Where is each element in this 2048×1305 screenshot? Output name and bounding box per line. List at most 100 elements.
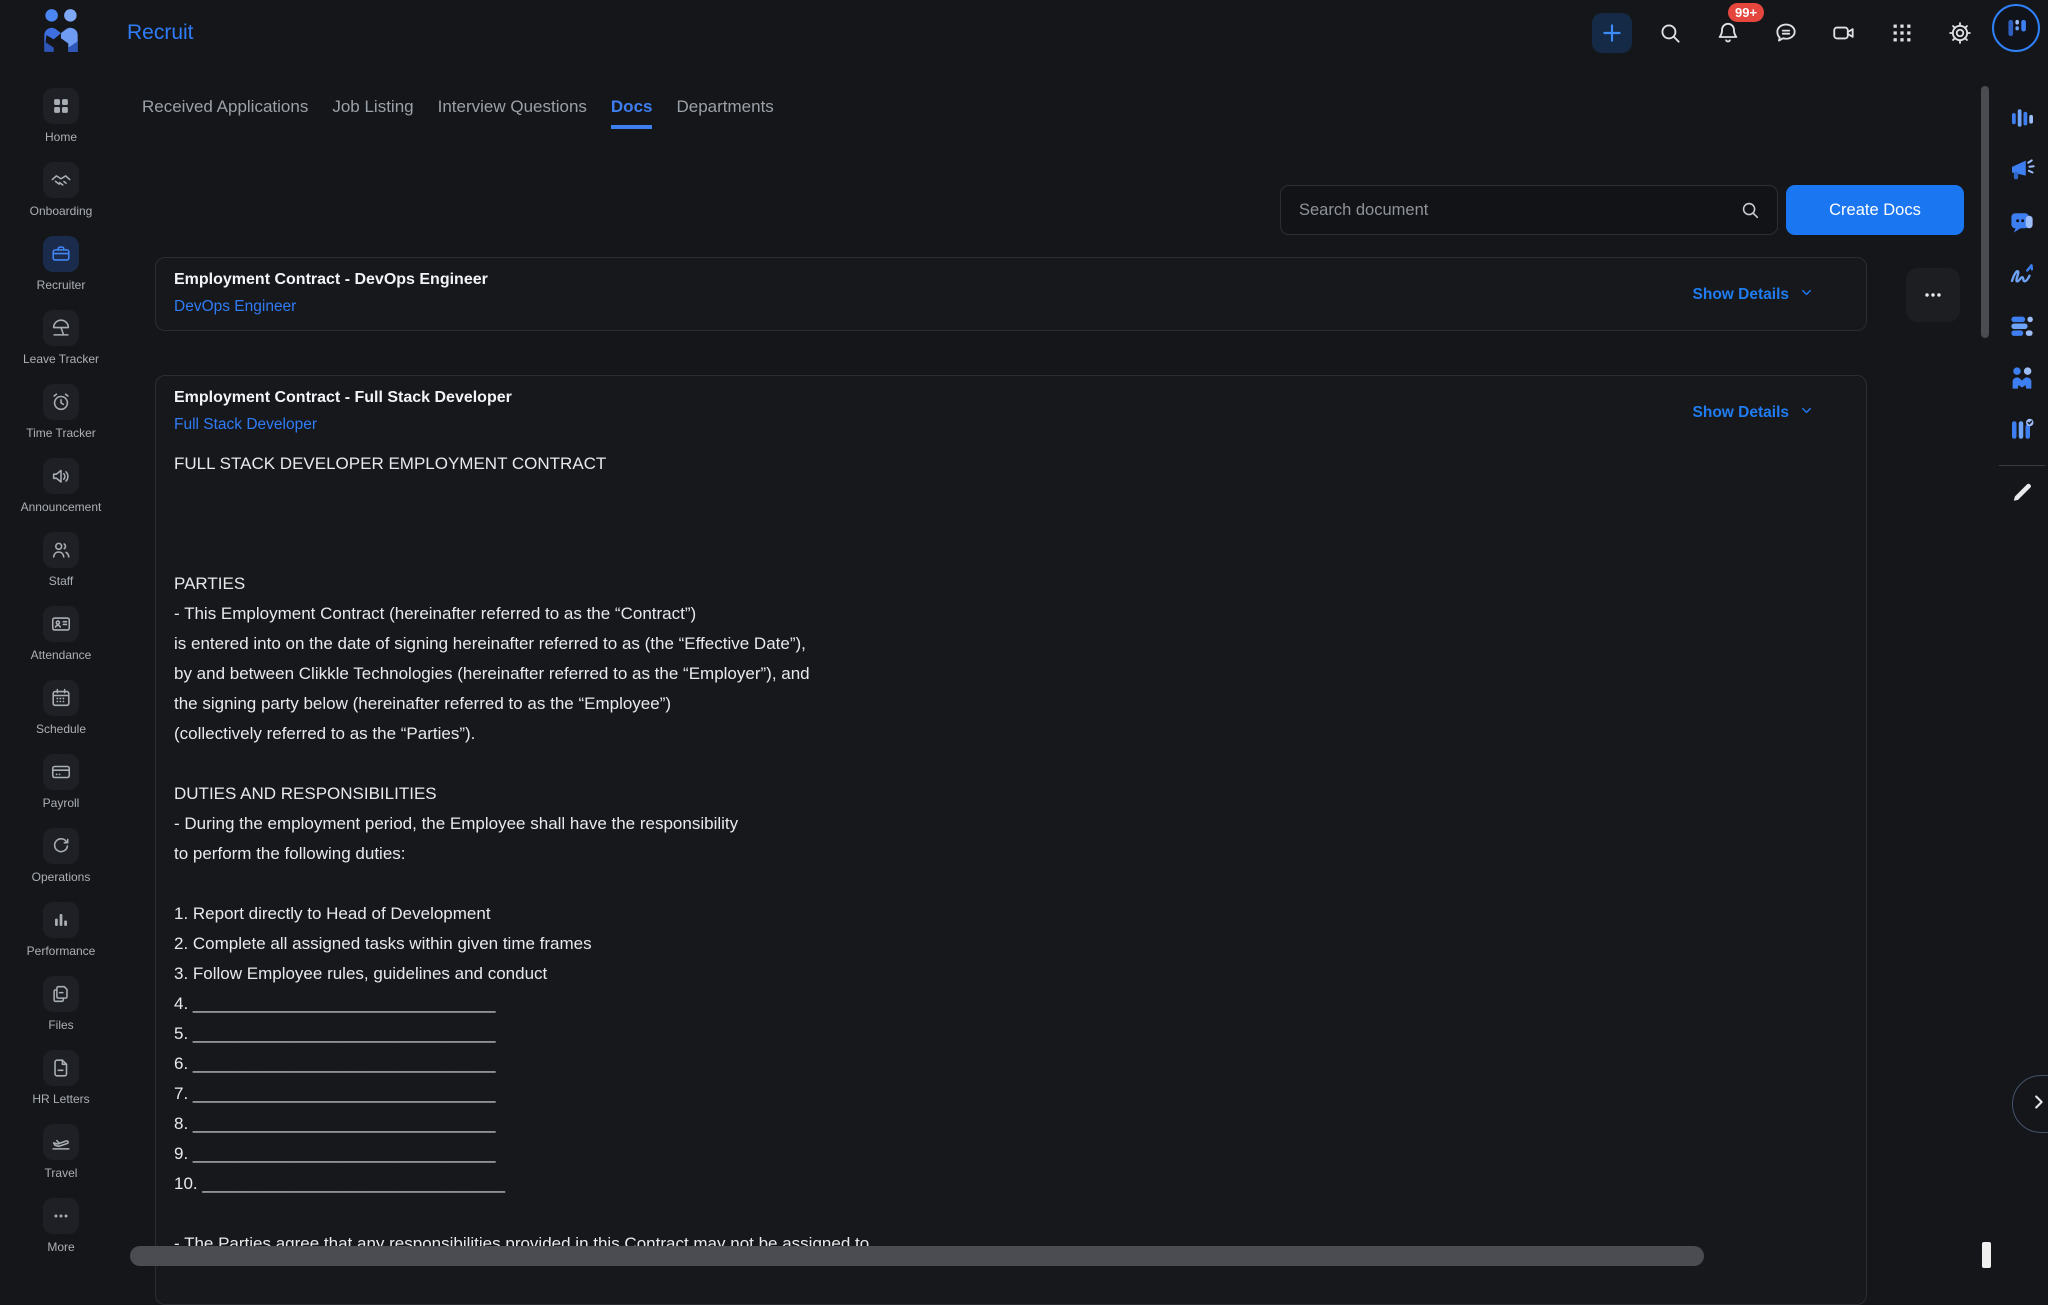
show-details-button[interactable]: Show Details (1693, 285, 1814, 305)
contract-line (174, 749, 1674, 779)
stats-bars-icon[interactable] (2007, 103, 2037, 133)
sidebar-item-label: Performance (0, 944, 122, 958)
contract-line: to perform the following duties: (174, 839, 1674, 869)
sidebar-item-announcement[interactable]: Announcement (0, 458, 122, 514)
horizontal-scrollbar[interactable] (130, 1246, 1704, 1266)
people-icon (43, 532, 79, 568)
task-rows-icon[interactable] (2007, 311, 2037, 341)
sidebar-item-staff[interactable]: Staff (0, 532, 122, 588)
contract-line: the signing party below (hereinafter ref… (174, 689, 1674, 719)
doc-role-link[interactable]: Full Stack Developer (174, 416, 317, 434)
gear-icon[interactable] (1940, 13, 1980, 53)
bell-icon[interactable]: 99+ (1708, 13, 1748, 53)
sync-icon (43, 828, 79, 864)
search-icon[interactable] (1650, 13, 1690, 53)
sidebar-item-operations[interactable]: Operations (0, 828, 122, 884)
sidebar-item-label: Time Tracker (0, 426, 122, 440)
sidebar-item-home[interactable]: Home (0, 88, 122, 144)
contract-line: 5. ________________________________ (174, 1019, 1674, 1049)
sidebar-item-time-tracker[interactable]: Time Tracker (0, 384, 122, 440)
sidebar-item-label: Recruiter (0, 278, 122, 292)
sidebar-item-onboarding[interactable]: Onboarding (0, 162, 122, 218)
doc-card-fullstack: Employment Contract - Full Stack Develop… (155, 375, 1867, 1305)
sidebar-item-payroll[interactable]: Payroll (0, 754, 122, 810)
tab-received-applications[interactable]: Received Applications (142, 97, 308, 129)
speaker-icon (43, 458, 79, 494)
umbrella-icon (43, 310, 79, 346)
tab-job-listing[interactable]: Job Listing (332, 97, 413, 129)
expand-rail-button[interactable] (2012, 1075, 2048, 1133)
right-rail (1999, 103, 2045, 503)
contract-line: (collectively referred to as the “Partie… (174, 719, 1674, 749)
scrollbar-thumb[interactable] (1982, 1242, 1991, 1268)
sidebar-item-label: More (0, 1240, 122, 1254)
megaphone-icon[interactable] (2007, 155, 2037, 185)
tab-docs[interactable]: Docs (611, 97, 653, 129)
tab-departments[interactable]: Departments (676, 97, 773, 129)
contract-line: 2. Complete all assigned tasks within gi… (174, 929, 1674, 959)
contract-line: by and between Clikkle Technologies (her… (174, 659, 1674, 689)
files-icon (43, 976, 79, 1012)
sidebar-item-more[interactable]: More (0, 1198, 122, 1254)
sidebar-item-schedule[interactable]: Schedule (0, 680, 122, 736)
credit-card-icon (43, 754, 79, 790)
recruit-logo-icon[interactable] (36, 6, 86, 56)
signature-icon[interactable] (2007, 259, 2037, 289)
sidebar-item-attendance[interactable]: Attendance (0, 606, 122, 662)
create-docs-button[interactable]: Create Docs (1786, 185, 1964, 235)
briefcase-icon (43, 236, 79, 272)
sidebar-item-label: Staff (0, 574, 122, 588)
bars-check-icon[interactable] (2007, 415, 2037, 445)
tab-interview-questions[interactable]: Interview Questions (438, 97, 587, 129)
search-input[interactable] (1281, 201, 1739, 220)
sidebar-item-label: HR Letters (0, 1092, 122, 1106)
sidebar-item-files[interactable]: Files (0, 976, 122, 1032)
chat-icon[interactable] (1766, 13, 1806, 53)
plane-icon (43, 1124, 79, 1160)
more-options-button[interactable] (1906, 268, 1960, 322)
chat-bot-icon[interactable] (2007, 207, 2037, 237)
bar-chart-icon (43, 902, 79, 938)
rail-divider (1999, 465, 2045, 466)
sidebar-item-label: Schedule (0, 722, 122, 736)
contract-text: FULL STACK DEVELOPER EMPLOYMENT CONTRACT… (174, 449, 1674, 1259)
sidebar-item-label: Announcement (0, 500, 122, 514)
contract-line: 6. ________________________________ (174, 1049, 1674, 1079)
sidebar-item-leave-tracker[interactable]: Leave Tracker (0, 310, 122, 366)
show-details-button[interactable]: Show Details (1693, 403, 1814, 423)
app-title[interactable]: Recruit (127, 21, 194, 45)
vertical-scrollbar[interactable] (1981, 86, 1989, 338)
contract-line (174, 1199, 1674, 1229)
plus-icon[interactable] (1592, 13, 1632, 53)
contract-line: - During the employment period, the Empl… (174, 809, 1674, 839)
pencil-icon[interactable] (2008, 478, 2036, 506)
sidebar-item-travel[interactable]: Travel (0, 1124, 122, 1180)
video-icon[interactable] (1824, 13, 1864, 53)
user-avatar[interactable] (1992, 4, 2040, 52)
tab-bar: Received Applications Job Listing Intervie… (142, 97, 774, 129)
show-details-label: Show Details (1693, 404, 1789, 422)
contract-line: 10. ________________________________ (174, 1169, 1674, 1199)
contract-line: 7. ________________________________ (174, 1079, 1674, 1109)
people-duo-icon[interactable] (2007, 363, 2037, 393)
contract-line (174, 479, 1674, 509)
contract-line (174, 869, 1674, 899)
sidebar-item-recruiter[interactable]: Recruiter (0, 236, 122, 292)
contract-line: PARTIES (174, 569, 1674, 599)
sidebar-item-label: Attendance (0, 648, 122, 662)
sidebar-item-label: Files (0, 1018, 122, 1032)
doc-role-link[interactable]: DevOps Engineer (174, 298, 296, 316)
id-card-icon (43, 606, 79, 642)
doc-title: Employment Contract - Full Stack Develop… (174, 389, 512, 407)
doc-card-devops: Employment Contract - DevOps Engineer De… (155, 257, 1867, 331)
sidebar-item-hr-letters[interactable]: HR Letters (0, 1050, 122, 1106)
chevron-down-icon (1799, 285, 1814, 305)
letter-icon (43, 1050, 79, 1086)
alarm-clock-icon (43, 384, 79, 420)
apps-grid-icon[interactable] (1882, 13, 1922, 53)
sidebar-item-performance[interactable]: Performance (0, 902, 122, 958)
contract-line: is entered into on the date of signing h… (174, 629, 1674, 659)
contract-line: 4. ________________________________ (174, 989, 1674, 1019)
search-icon[interactable] (1739, 199, 1761, 221)
sidebar-item-label: Operations (0, 870, 122, 884)
